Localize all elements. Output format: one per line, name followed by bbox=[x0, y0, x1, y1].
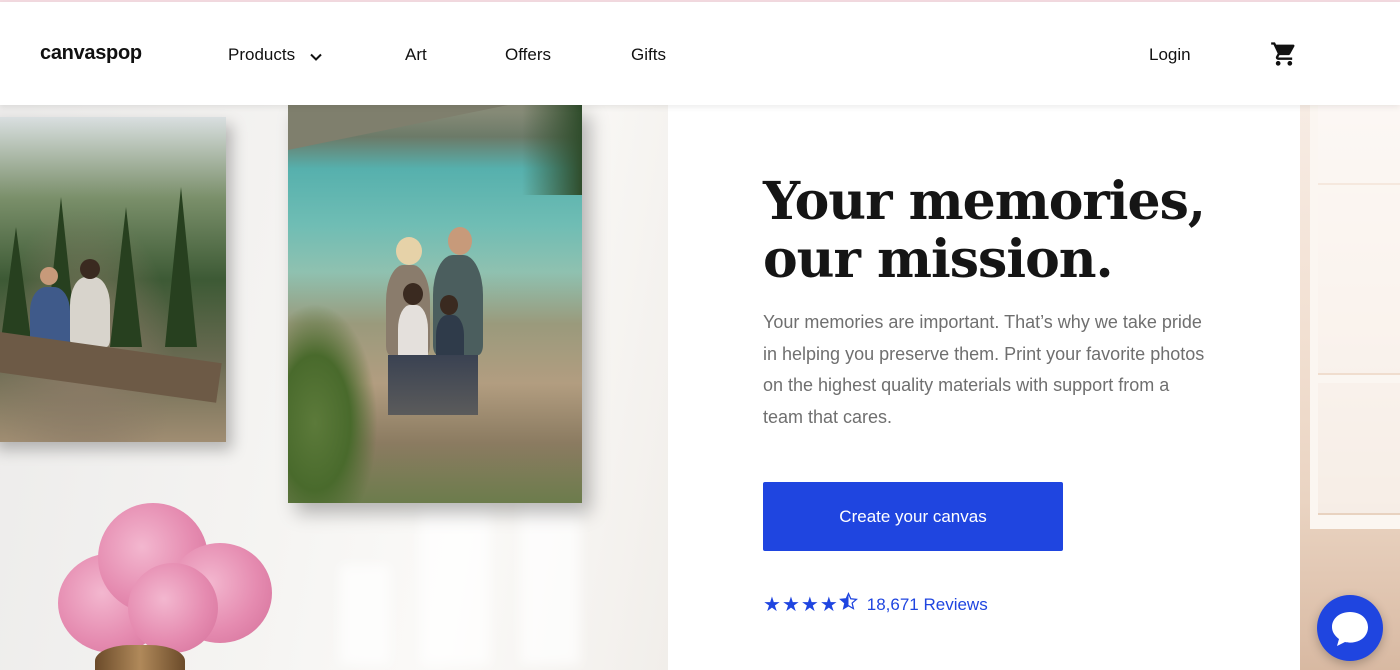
hero-title: Your memories, our mission. bbox=[763, 171, 1206, 290]
nav-item-gifts[interactable]: Gifts bbox=[631, 45, 666, 65]
half-star-icon bbox=[838, 592, 858, 617]
shopping-cart-icon[interactable] bbox=[1270, 40, 1298, 68]
chevron-down-icon bbox=[310, 46, 322, 66]
window-background bbox=[1300, 105, 1400, 670]
hero-content: Your memories, our mission. Your memorie… bbox=[668, 105, 1300, 670]
hero-image bbox=[0, 105, 668, 670]
wall-canvas-family-lake bbox=[288, 105, 582, 503]
nav-item-products[interactable]: Products bbox=[228, 45, 322, 66]
star-icon: ★ bbox=[819, 594, 839, 616]
nav-item-art[interactable]: Art bbox=[405, 45, 427, 65]
create-canvas-button[interactable]: Create your canvas bbox=[763, 482, 1063, 551]
hero-description: Your memories are important. That’s why … bbox=[763, 312, 1205, 427]
site-header: canvaspop Products Art Offers Gifts Logi… bbox=[0, 2, 1400, 105]
star-rating: ★ ★ ★ ★ bbox=[763, 592, 858, 617]
hydrangea-flowers bbox=[58, 503, 272, 653]
chat-button[interactable] bbox=[1317, 595, 1383, 661]
nav-item-label: Products bbox=[228, 45, 296, 64]
logo[interactable]: canvaspop bbox=[40, 42, 142, 65]
nav-item-offers[interactable]: Offers bbox=[505, 45, 551, 65]
star-icon: ★ bbox=[781, 594, 801, 616]
star-icon: ★ bbox=[800, 594, 820, 616]
wall-canvas-forest bbox=[0, 117, 226, 442]
star-icon: ★ bbox=[763, 594, 782, 616]
login-link[interactable]: Login bbox=[1149, 45, 1191, 65]
vase bbox=[95, 645, 185, 670]
chat-bubble-icon bbox=[1332, 612, 1368, 646]
reviews-link[interactable]: 18,671 Reviews bbox=[867, 595, 988, 615]
rating-summary: ★ ★ ★ ★ 18,671 Reviews bbox=[763, 592, 988, 617]
